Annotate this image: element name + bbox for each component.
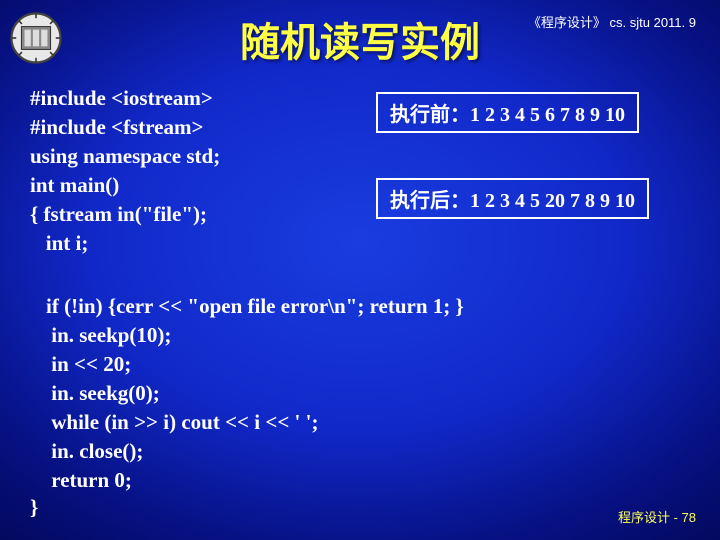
slide-title: 随机读写实例: [0, 10, 720, 68]
footer-page-number: 程序设计 - 78: [618, 507, 696, 526]
code-block-bottom: if (!in) {cerr << "open file error\n"; r…: [46, 292, 464, 495]
slide: 《程序设计》 cs. sjtu 2011. 9 随机读写实例 #include …: [0, 0, 720, 540]
before-box: 执行前：1 2 3 4 5 6 7 8 9 10: [376, 92, 639, 133]
after-box: 执行后：1 2 3 4 5 20 7 8 9 10: [376, 178, 649, 219]
code-block-top: #include <iostream> #include <fstream> u…: [30, 84, 220, 258]
closing-brace: }: [30, 495, 38, 520]
